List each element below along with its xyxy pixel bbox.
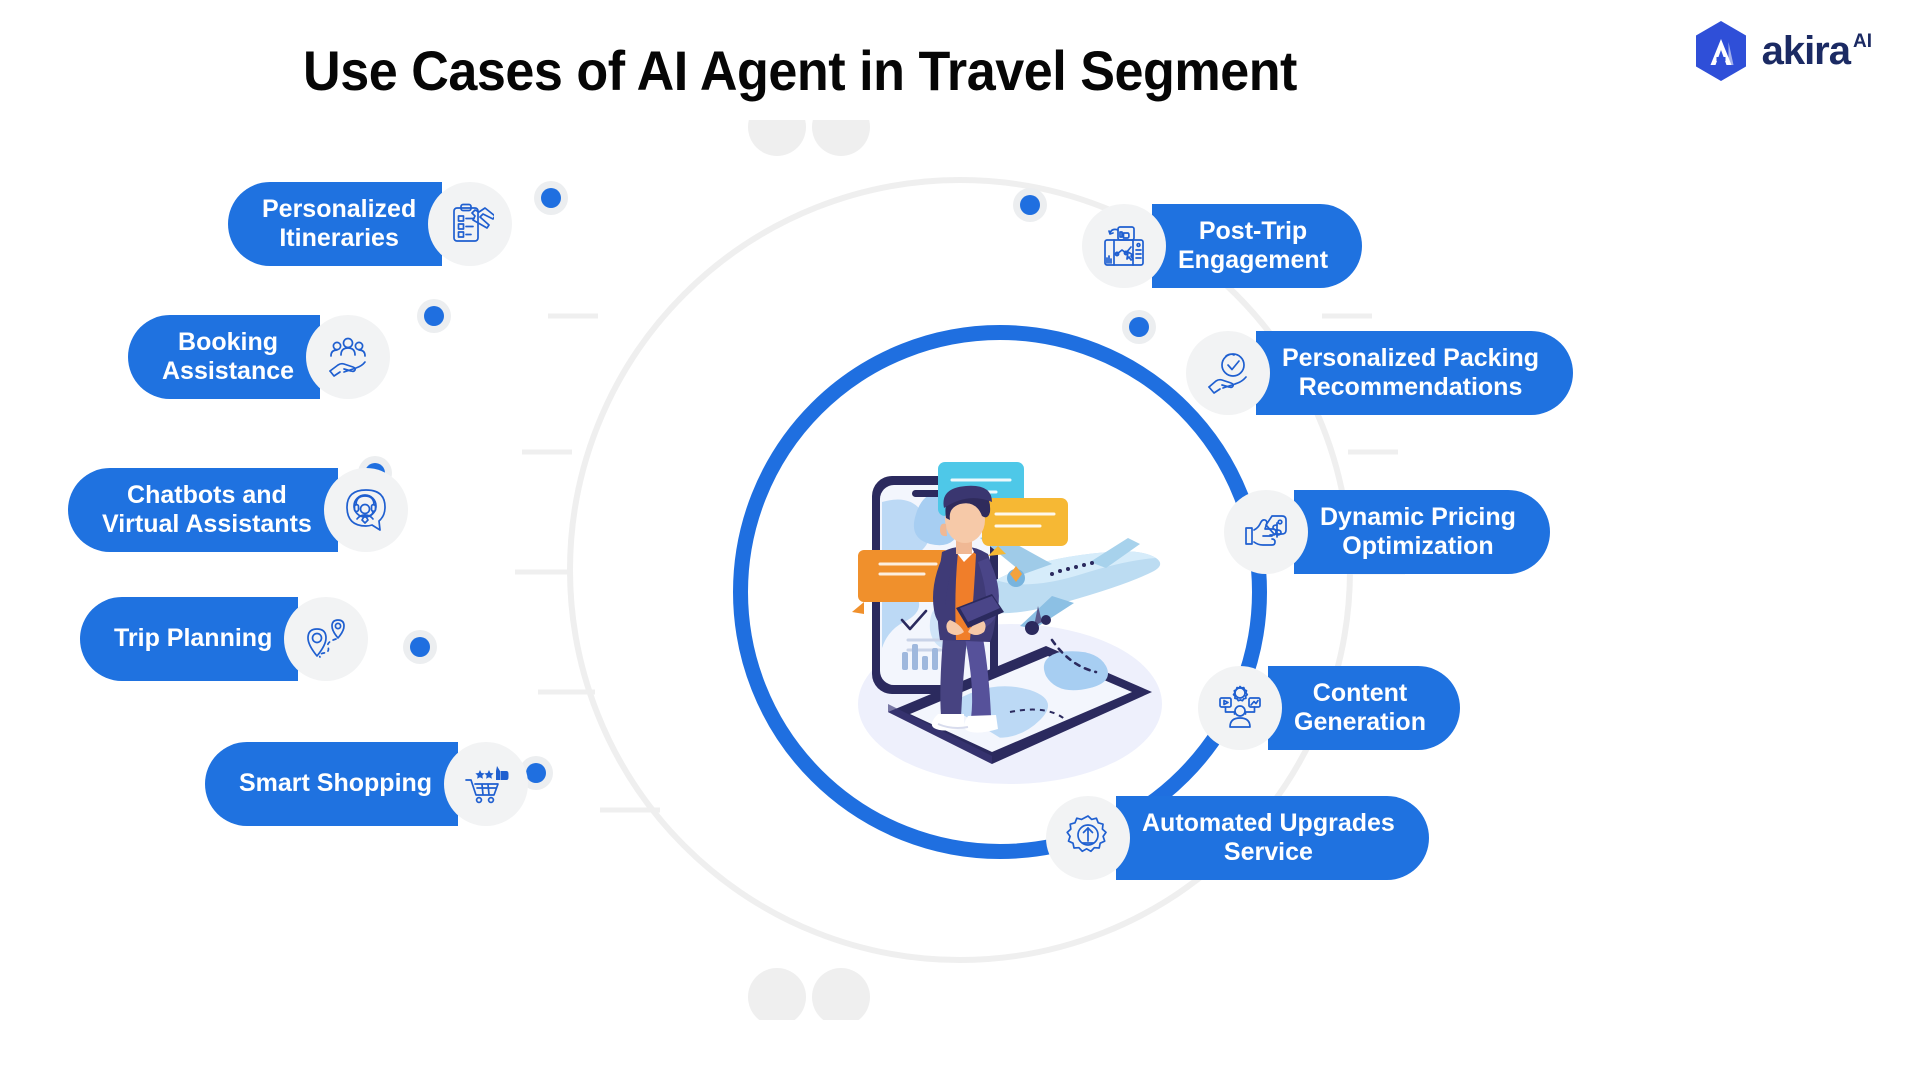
- label-line-1: Personalized Packing: [1282, 343, 1540, 372]
- feedback-dashboard-thumbsup-icon: [1082, 204, 1166, 288]
- label-line-2: Recommendations: [1298, 373, 1523, 401]
- infographic-canvas: Use Cases of AI Agent in Travel Segment …: [0, 0, 1920, 1080]
- akira-hexagon-mark-icon: [1695, 21, 1746, 81]
- use-case-dynamic-pricing-optimization[interactable]: Dynamic Pricing Optimization: [1224, 490, 1550, 574]
- clipboard-plane-icon: [428, 182, 513, 266]
- label-line-1: Personalized: [262, 194, 417, 223]
- label-line-2: Assistance: [162, 357, 295, 385]
- price-tag-dollar-thumbsup-icon: [1224, 490, 1308, 574]
- gear-up-arrow-icon: [1046, 796, 1130, 880]
- use-case-personalized-packing-recommendations[interactable]: Personalized Packing Recommendations: [1186, 331, 1574, 415]
- label-line-1: Smart Shopping: [239, 769, 433, 798]
- pill-label: Dynamic Pricing Optimization: [1294, 490, 1550, 574]
- pill-label: Chatbots and Virtual Assistants: [68, 468, 338, 552]
- pill-label: Booking Assistance: [128, 315, 321, 399]
- label-line-1: Trip Planning: [114, 624, 273, 653]
- headset-support-chat-icon: [323, 468, 408, 552]
- label-line-1: Post-Trip: [1198, 216, 1308, 245]
- pill-label: Personalized Itineraries: [228, 182, 443, 266]
- connector-node-left-1: [534, 181, 568, 215]
- logo-wordmark: akira: [1761, 29, 1851, 73]
- logo-superscript: AI: [1853, 31, 1872, 52]
- label-line-2: Itineraries: [279, 224, 399, 252]
- use-case-trip-planning[interactable]: Trip Planning: [80, 597, 369, 681]
- akira-ai-logo: akira AI: [1692, 20, 1872, 82]
- cart-stars-thumbsup-icon: [444, 742, 529, 826]
- pill-label: Post-Trip Engagement: [1152, 204, 1363, 288]
- label-line-2: Virtual Assistants: [102, 510, 312, 538]
- page-title: Use Cases of AI Agent in Travel Segment: [303, 39, 1297, 102]
- use-case-smart-shopping[interactable]: Smart Shopping: [205, 742, 529, 826]
- label-line-2: Engagement: [1178, 246, 1329, 274]
- connector-node-left-2: [417, 299, 451, 333]
- use-case-personalized-itineraries[interactable]: Personalized Itineraries: [228, 182, 513, 266]
- pill-label: Automated Upgrades Service: [1116, 796, 1429, 880]
- center-illustration: [760, 352, 1240, 832]
- node-dot: [541, 188, 561, 208]
- connector-node-right-2: [1122, 310, 1156, 344]
- pill-label: Personalized Packing Recommendations: [1256, 331, 1574, 415]
- use-case-automated-upgrades-service[interactable]: Automated Upgrades Service: [1046, 796, 1429, 880]
- node-dot: [526, 763, 546, 783]
- node-dot: [1020, 195, 1040, 215]
- node-dot: [1129, 317, 1149, 337]
- map-pins-route-icon: [284, 597, 369, 681]
- connector-node-left-4: [403, 630, 437, 664]
- pill-label: Trip Planning: [80, 597, 299, 681]
- label-line-2: Optimization: [1342, 532, 1494, 560]
- label-line-2: Generation: [1294, 708, 1426, 736]
- pill-label: Smart Shopping: [205, 742, 459, 826]
- label-line-1: Dynamic Pricing: [1320, 502, 1516, 531]
- use-case-chatbots-virtual-assistants[interactable]: Chatbots and Virtual Assistants: [68, 468, 408, 552]
- label-line-1: Content: [1312, 678, 1408, 707]
- hand-check-circle-icon: [1186, 331, 1270, 415]
- node-dot: [424, 306, 444, 326]
- people-in-hand-icon: [306, 315, 391, 399]
- content-creator-gear-icon: [1198, 666, 1282, 750]
- use-case-content-generation[interactable]: Content Generation: [1198, 666, 1460, 750]
- label-line-1: Booking: [178, 327, 279, 356]
- pill-label: Content Generation: [1268, 666, 1460, 750]
- connector-node-right-1: [1013, 188, 1047, 222]
- label-line-2: Service: [1223, 838, 1313, 866]
- label-line-1: Automated Upgrades: [1142, 808, 1395, 837]
- use-case-post-trip-engagement[interactable]: Post-Trip Engagement: [1082, 204, 1363, 288]
- label-line-1: Chatbots and: [127, 480, 287, 509]
- use-case-booking-assistance[interactable]: Booking Assistance: [128, 315, 391, 399]
- node-dot: [410, 637, 430, 657]
